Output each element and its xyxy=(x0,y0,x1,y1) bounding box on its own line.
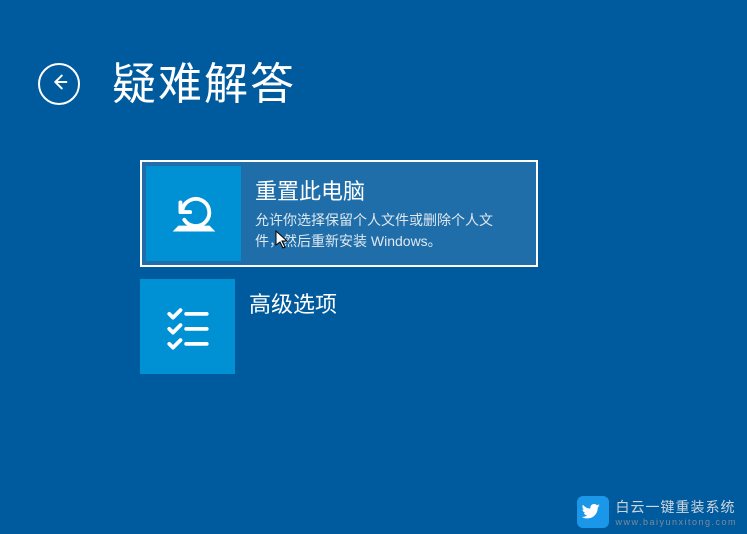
option-title: 重置此电脑 xyxy=(255,174,518,206)
back-button[interactable] xyxy=(38,63,80,105)
option-desc: 允许你选择保留个人文件或删除个人文件，然后重新安装 Windows。 xyxy=(255,210,518,252)
back-arrow-icon xyxy=(48,71,70,98)
watermark: 白云一键重装系统 www.baiyunxitong.com xyxy=(577,496,737,528)
option-title: 高级选项 xyxy=(249,287,516,319)
page-title: 疑难解答 xyxy=(112,48,296,112)
reset-icon xyxy=(146,166,241,261)
watermark-title: 白云一键重装系统 xyxy=(615,497,737,517)
advanced-options-icon xyxy=(140,279,235,374)
watermark-bird-icon xyxy=(577,496,609,528)
watermark-url: www.baiyunxitong.com xyxy=(615,517,737,527)
option-advanced[interactable]: 高级选项 xyxy=(140,279,530,374)
option-reset-pc[interactable]: 重置此电脑 允许你选择保留个人文件或删除个人文件，然后重新安装 Windows。 xyxy=(140,160,538,267)
